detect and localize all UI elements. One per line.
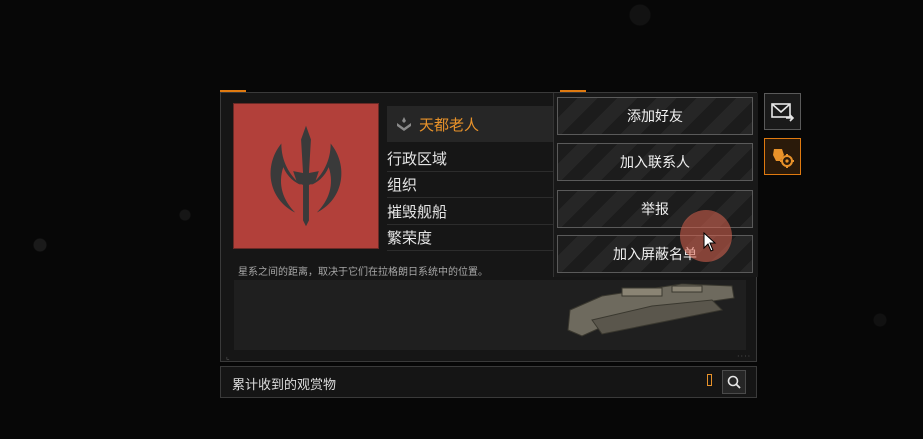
field-ships-destroyed: 摧毁舰船 xyxy=(387,200,557,225)
mouse-cursor-icon xyxy=(703,232,717,252)
mail-forward-icon xyxy=(770,102,794,122)
rank-chevron-icon xyxy=(397,117,411,131)
add-friend-label: 添加好友 xyxy=(627,109,683,125)
fleet-button[interactable] xyxy=(764,138,801,175)
panel-accent xyxy=(560,90,586,92)
field-prosperity: 繁荣度 xyxy=(387,226,557,251)
field-organization: 组织 xyxy=(387,173,557,198)
add-friend-button[interactable]: 添加好友 xyxy=(557,97,753,135)
search-button[interactable] xyxy=(722,370,746,394)
add-contact-label: 加入联系人 xyxy=(620,155,690,171)
phoenix-emblem-icon xyxy=(270,125,342,227)
player-name: 天都老人 xyxy=(419,115,480,134)
mail-button[interactable] xyxy=(764,93,801,130)
corner-mark: ···· xyxy=(737,352,752,361)
player-name-row: 天都老人 xyxy=(387,106,557,142)
fleet-settings-icon xyxy=(772,148,794,168)
corner-mark: ⌞ xyxy=(226,352,230,361)
field-region: 行政区域 xyxy=(387,147,557,172)
panel-accent xyxy=(220,90,246,92)
profile-description: 星系之间的距离，取决于它们在拉格朗日系统中的位置。 xyxy=(238,267,488,278)
ship-model-image xyxy=(567,283,735,337)
collection-indicator xyxy=(707,374,712,386)
search-icon xyxy=(727,375,741,389)
player-emblem xyxy=(233,103,379,249)
add-contact-button[interactable]: 加入联系人 xyxy=(557,143,753,181)
report-label: 举报 xyxy=(641,202,669,218)
collection-label: 累计收到的观赏物 xyxy=(232,378,337,393)
